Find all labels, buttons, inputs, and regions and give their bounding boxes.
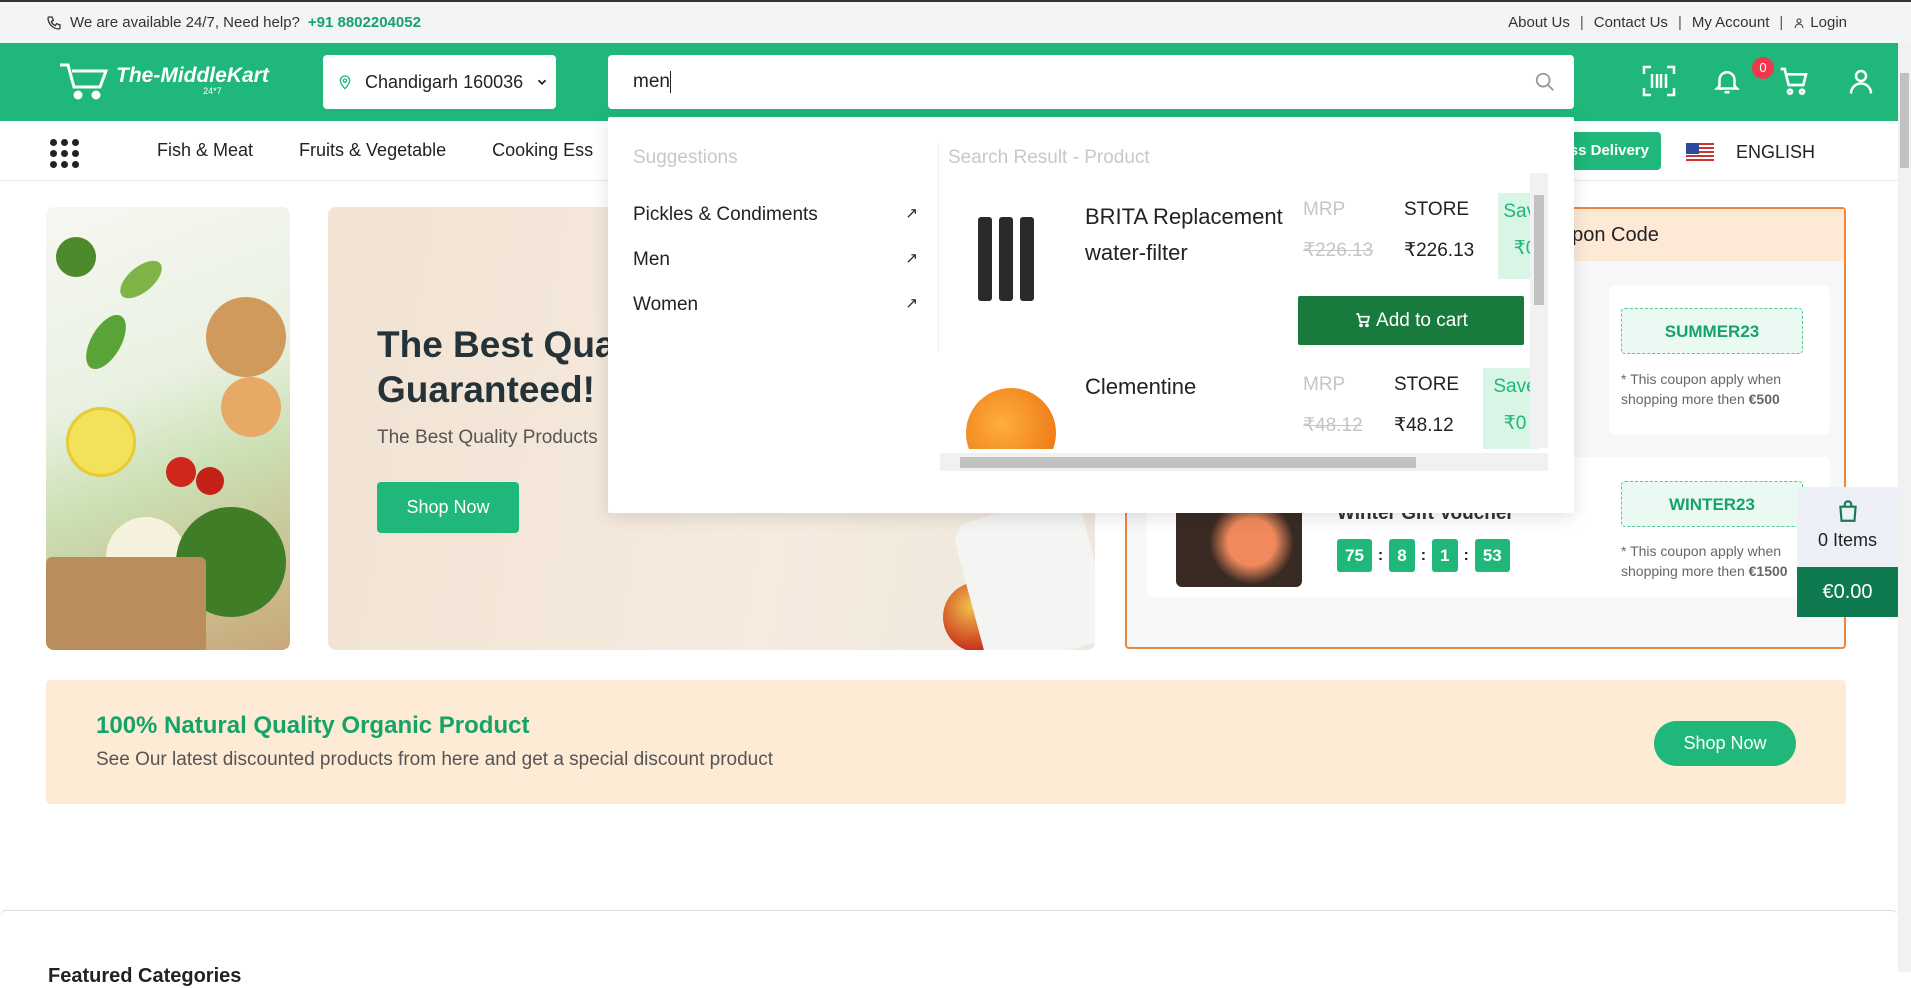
coupon-note-summer: * This coupon apply when shopping more t… <box>1621 371 1782 407</box>
vegetables-image <box>46 207 290 650</box>
timer-hours: 8 <box>1389 539 1415 572</box>
nav-item-fruits-vegetable[interactable]: Fruits & Vegetable <box>299 140 446 161</box>
featured-categories-section: Featured Categories <box>0 910 1898 987</box>
help-line: We are available 24/7, Need help? +91 88… <box>46 14 421 31</box>
mrp-value: ₹226.13 <box>1303 240 1374 261</box>
product-name: BRITA Replacement water-filter <box>1085 204 1283 265</box>
promo-title: 100% Natural Quality Organic Product <box>96 712 530 739</box>
store-label: STORE <box>1394 374 1460 395</box>
hero-subtitle: The Best Quality Products <box>377 427 598 448</box>
coupon-note-winter: * This coupon apply when shopping more t… <box>1621 543 1788 579</box>
floating-cart-items: 0 Items <box>1797 487 1898 567</box>
login-link[interactable]: Login <box>1793 14 1847 31</box>
cart-icon <box>1356 313 1371 328</box>
location-selector[interactable]: Chandigarh 160036 <box>323 55 556 109</box>
coupon-code-summer[interactable]: SUMMER23 <box>1621 308 1803 354</box>
result-product[interactable]: Clementine MRP ₹48.12 STORE ₹48.12 Save ₹… <box>948 368 1538 449</box>
results-vertical-scrollbar[interactable] <box>1530 173 1548 448</box>
search-icon[interactable] <box>1534 71 1556 93</box>
top-info-bar: We are available 24/7, Need help? +91 88… <box>0 0 1911 43</box>
floating-cart[interactable]: 0 Items €0.00 <box>1797 487 1898 617</box>
barcode-scan-icon[interactable] <box>1642 65 1676 97</box>
arrow-up-right-icon: ↗ <box>905 250 918 267</box>
store-price: ₹48.12 <box>1394 415 1454 436</box>
dropdown-divider <box>938 142 939 352</box>
language-label: ENGLISH <box>1736 142 1816 162</box>
all-categories-icon[interactable] <box>50 139 79 168</box>
cart-logo-icon <box>60 63 109 100</box>
suggestion-women[interactable]: Women ↗ <box>633 294 918 316</box>
coupon-code-winter[interactable]: WINTER23 <box>1621 481 1803 527</box>
main-header: The-MiddleKart 24*7 Chandigarh 160036 me… <box>0 43 1898 121</box>
logo-text: The-MiddleKart <box>116 64 269 87</box>
hero-title: The Best Qua Guaranteed! <box>377 324 616 410</box>
nav-item-fish-meat[interactable]: Fish & Meat <box>157 140 253 161</box>
organic-promo-banner: 100% Natural Quality Organic Product See… <box>46 680 1846 804</box>
product-name: Clementine <box>1085 374 1197 399</box>
phone-icon <box>47 15 61 30</box>
promo-text: See Our latest discounted products from … <box>96 749 774 770</box>
user-icon <box>1794 18 1804 28</box>
cart-count-badge: 0 <box>1752 57 1774 79</box>
nav-items: Fish & Meat Fruits & Vegetable Cooking E… <box>157 140 639 161</box>
shopping-cart-icon[interactable] <box>1778 65 1810 97</box>
result-product[interactable]: BRITA Replacement water-filter MRP ₹226.1… <box>948 173 1538 373</box>
nav-item-cooking[interactable]: Cooking Ess <box>492 140 593 161</box>
mrp-label: MRP <box>1303 199 1346 220</box>
timer-minutes: 1 <box>1432 539 1458 572</box>
search-input[interactable]: men <box>608 55 1574 109</box>
floating-cart-count: 0 Items <box>1817 530 1878 550</box>
map-pin-icon <box>339 75 351 90</box>
arrow-up-right-icon: ↗ <box>905 295 918 312</box>
store-label: STORE <box>1404 199 1470 220</box>
clementine-image <box>966 388 1056 449</box>
help-phone[interactable]: +91 8802204052 <box>308 14 421 31</box>
suggestion-pickles[interactable]: Pickles & Condiments ↗ <box>633 204 918 226</box>
logo[interactable]: The-MiddleKart 24*7 <box>58 61 269 101</box>
coupon-card-summer: SUMMER23 * This coupon apply when shoppi… <box>1609 285 1830 435</box>
suggestion-men[interactable]: Men ↗ <box>633 249 918 271</box>
mrp-label: MRP <box>1303 374 1346 395</box>
search-results-list: BRITA Replacement water-filter MRP ₹226.1… <box>948 173 1538 449</box>
featured-categories-title: Featured Categories <box>48 965 242 987</box>
my-account-link[interactable]: My Account <box>1692 14 1770 31</box>
chevron-down-icon <box>538 79 547 85</box>
timer-days: 75 <box>1337 539 1372 572</box>
countdown-timer: 75: 8: 1: 53 <box>1337 539 1510 572</box>
mrp-value: ₹48.12 <box>1303 415 1363 436</box>
add-to-cart-button[interactable]: Add to cart <box>1298 296 1524 345</box>
results-horizontal-scrollbar[interactable] <box>940 453 1548 471</box>
promo-shop-now-button[interactable]: Shop Now <box>1654 721 1796 766</box>
help-text: We are available 24/7, Need help? <box>70 14 300 31</box>
page-scrollbar[interactable] <box>1898 43 1911 972</box>
water-filter-image <box>978 211 1038 301</box>
search-value: men <box>633 71 670 92</box>
us-flag-icon <box>1686 142 1714 163</box>
hero-shop-now-button[interactable]: Shop Now <box>377 482 519 533</box>
about-us-link[interactable]: About Us <box>1508 14 1570 31</box>
arrow-up-right-icon: ↗ <box>905 205 918 222</box>
login-label: Login <box>1810 14 1847 31</box>
logo-sub: 24*7 <box>203 86 222 96</box>
language-selector[interactable]: ENGLISH <box>1686 142 1815 163</box>
shopping-bag-icon <box>1838 500 1857 522</box>
bell-icon[interactable] <box>1712 65 1742 97</box>
account-icon[interactable] <box>1846 65 1876 97</box>
top-links: About Us | Contact Us | My Account | Login <box>1508 14 1847 31</box>
timer-seconds: 53 <box>1474 539 1510 572</box>
store-price: ₹226.13 <box>1404 240 1475 261</box>
search-results-label: Search Result - Product <box>948 147 1150 168</box>
suggestions-label: Suggestions <box>633 147 738 168</box>
location-value: Chandigarh 160036 <box>365 71 524 92</box>
contact-us-link[interactable]: Contact Us <box>1594 14 1668 31</box>
floating-cart-total: €0.00 <box>1797 567 1898 617</box>
